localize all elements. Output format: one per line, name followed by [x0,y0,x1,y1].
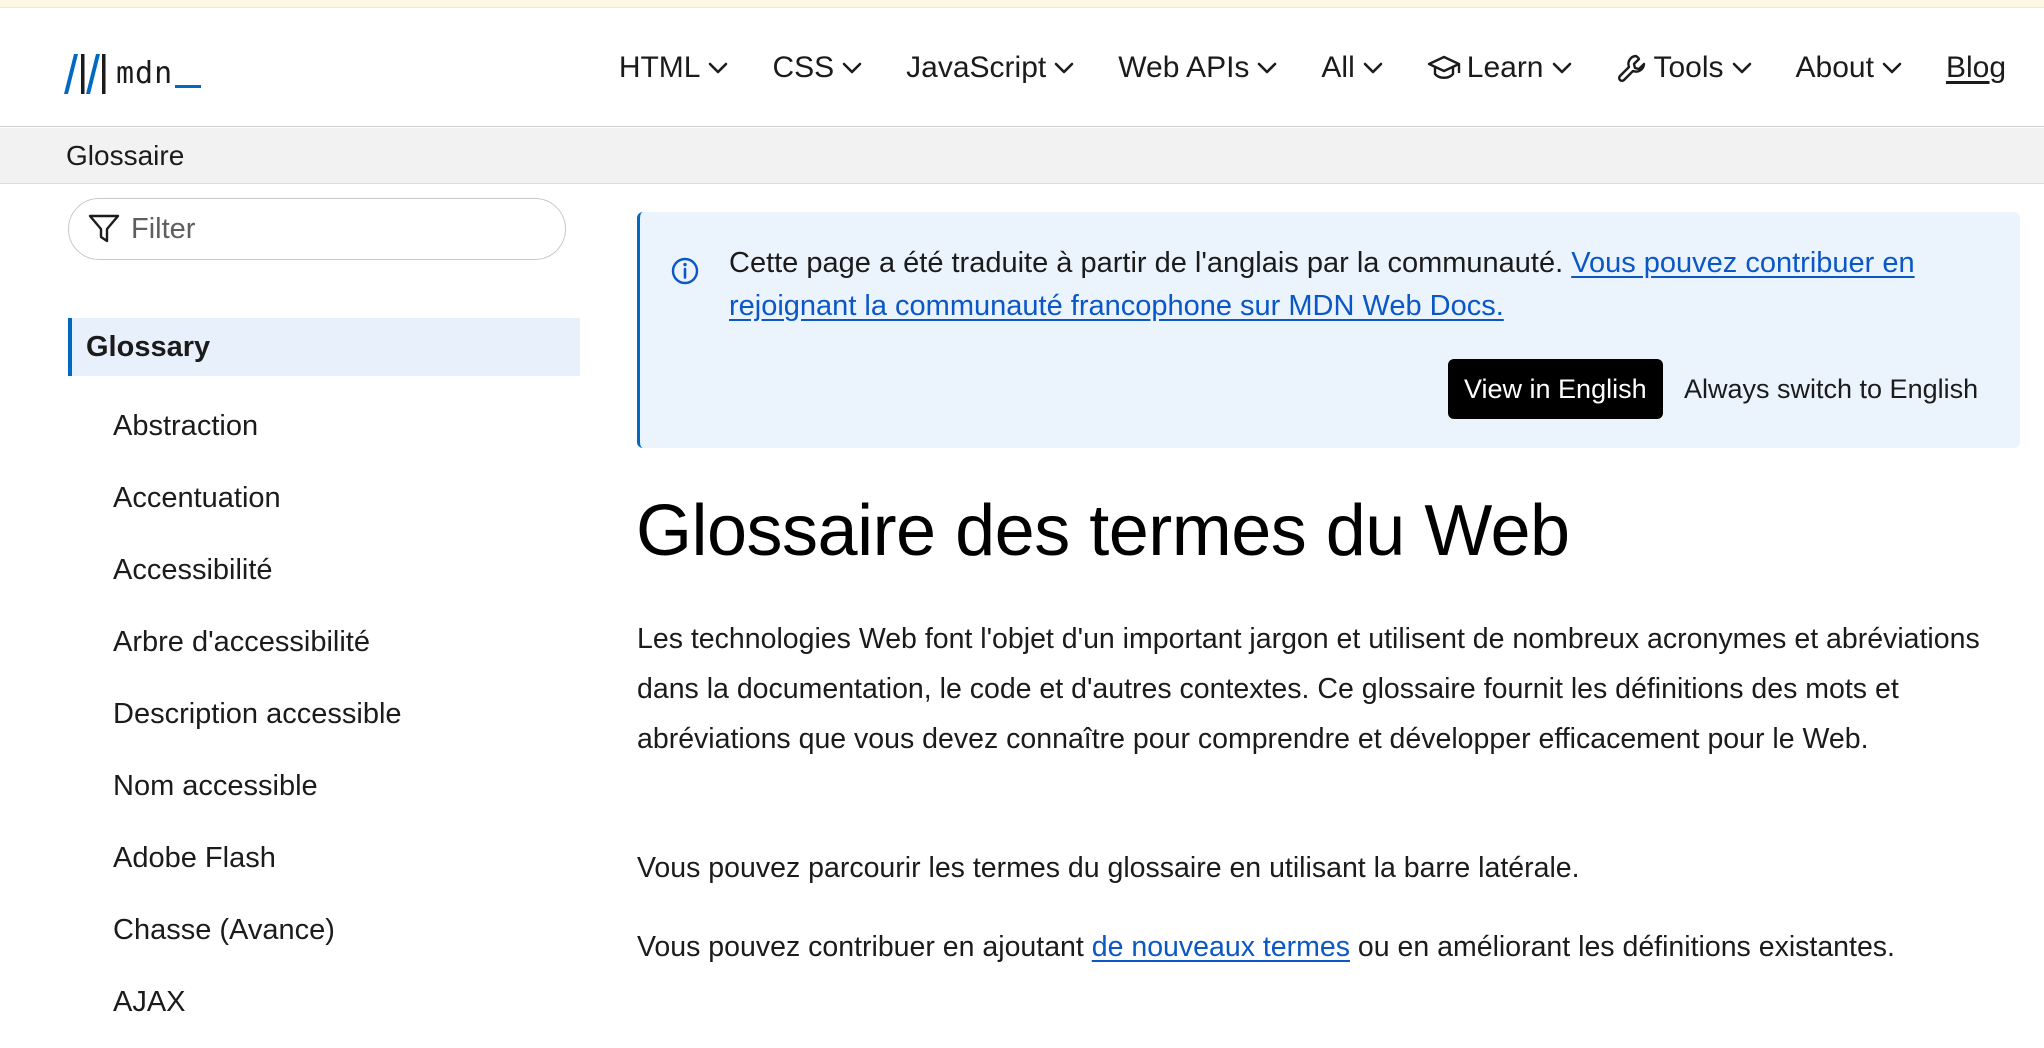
site-header: mdn HTML CSS JavaScript Web APIs All Lea… [0,8,2044,127]
chevron-down-icon [709,62,728,74]
notice-text: Cette page a été traduite à partir de l'… [729,247,1915,322]
filter-icon [88,214,120,243]
sidebar-item-accentuation[interactable]: Accentuation [68,462,580,534]
browse-paragraph: Vous pouvez parcourir les termes du glos… [637,852,1580,884]
nav-javascript[interactable]: JavaScript [906,48,1074,88]
wrench-icon [1617,54,1645,83]
sidebar-item-glossary[interactable]: Glossary [68,318,580,376]
chevron-down-icon [1732,62,1751,74]
breadcrumb-bar: Glossaire [0,128,2044,184]
main-nav: HTML CSS JavaScript Web APIs All Learn T… [575,48,2006,88]
chevron-down-icon [1054,62,1074,74]
chevron-down-icon [1363,62,1383,74]
nav-blog-link[interactable]: Blog [1946,48,2006,88]
nav-learn[interactable]: Learn [1427,48,1572,88]
top-banner-strip [0,0,2044,8]
chevron-down-icon [842,62,862,74]
nav-css[interactable]: CSS [772,48,862,88]
page-title: Glossaire des termes du Web [636,491,1570,571]
chevron-down-icon [1258,62,1277,74]
logo-text: mdn [116,56,174,91]
filter-input[interactable] [131,212,531,246]
nav-html[interactable]: HTML [619,48,729,88]
sidebar-filter[interactable] [68,198,566,260]
sidebar-item-ajax[interactable]: AJAX [68,966,580,1038]
sidebar-item-chasse-avance[interactable]: Chasse (Avance) [68,894,580,966]
sidebar-list: Abstraction Accentuation Accessibilité A… [68,390,580,1038]
mdn-logo-icon [64,54,106,94]
nav-all[interactable]: All [1321,48,1383,88]
always-switch-english-button[interactable]: Always switch to English [1684,359,1978,419]
logo-cursor [175,85,202,88]
sidebar-item-accessibilite[interactable]: Accessibilité [68,534,580,606]
sidebar-item-nom-accessible[interactable]: Nom accessible [68,750,580,822]
nav-web-apis[interactable]: Web APIs [1118,48,1277,88]
info-icon [671,257,699,285]
sidebar-item-arbre-accessibilite[interactable]: Arbre d'accessibilité [68,606,580,678]
intro-paragraph: Les technologies Web font l'objet d'un i… [637,623,1980,755]
contribute-paragraph: Vous pouvez contribuer en ajoutant de no… [637,931,1895,963]
sidebar: Glossary Abstraction Accentuation Access… [68,318,580,1038]
nav-tools[interactable]: Tools [1616,48,1752,88]
sidebar-item-description-accessible[interactable]: Description accessible [68,678,580,750]
graduation-cap-icon [1427,55,1460,79]
new-terms-link[interactable]: de nouveaux termes [1092,931,1350,963]
view-in-english-button[interactable]: View in English [1448,359,1663,419]
translation-notice: Cette page a été traduite à partir de l'… [637,212,2020,448]
sidebar-item-adobe-flash[interactable]: Adobe Flash [68,822,580,894]
chevron-down-icon [1552,62,1571,74]
nav-about[interactable]: About [1796,48,1902,88]
mdn-logo[interactable]: mdn [64,44,202,94]
breadcrumb[interactable]: Glossaire [66,140,184,172]
chevron-down-icon [1882,62,1902,74]
sidebar-item-abstraction[interactable]: Abstraction [68,390,580,462]
